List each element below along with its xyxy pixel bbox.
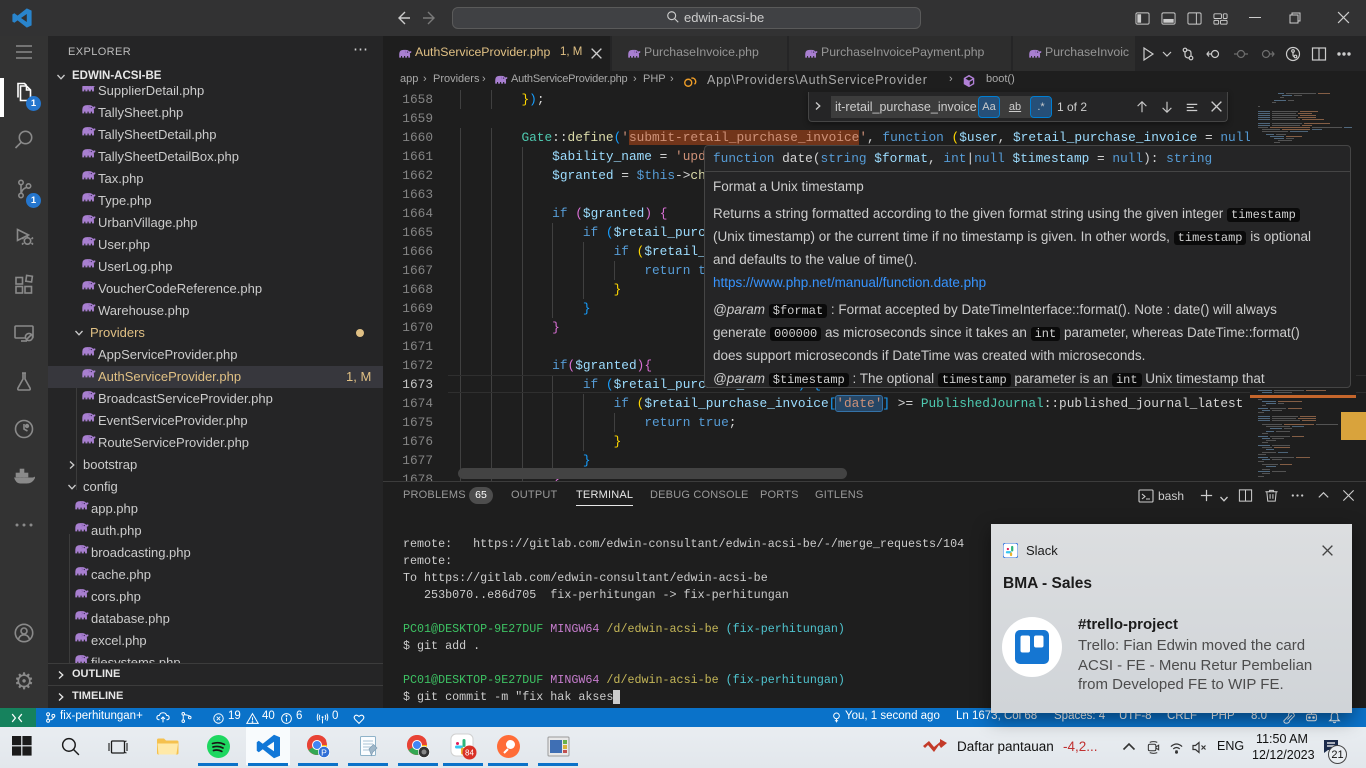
svg-text:P: P bbox=[321, 747, 327, 757]
svg-text:84: 84 bbox=[465, 748, 474, 757]
